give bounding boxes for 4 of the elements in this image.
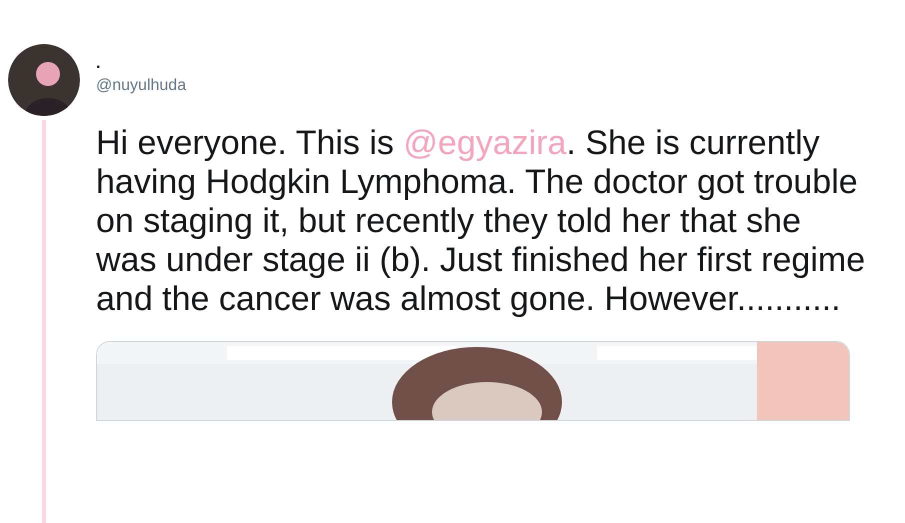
avatar[interactable] xyxy=(8,44,80,116)
user-handle[interactable]: @nuyulhuda xyxy=(96,76,866,96)
tweet-text: Hi everyone. This is @egyazira. She is currently having Hodgkin Lymphoma. The doctor got trouble on staging it, but recently they told her that she was under stage ii (b). Just finished her first regime and the cancer was almost gone. However........... xyxy=(96,124,866,319)
display-name[interactable]: . xyxy=(96,54,866,74)
